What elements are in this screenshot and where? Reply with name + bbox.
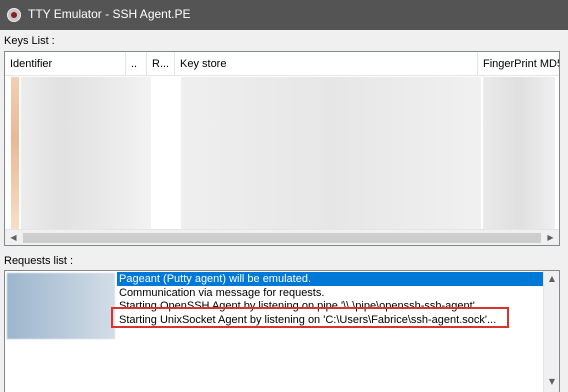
keys-list-label: Keys List :: [4, 35, 55, 47]
identifier-cells-blurred: [21, 77, 151, 229]
keys-list-header: Identifier .. R... Key store FingerPrint…: [5, 52, 559, 76]
requests-list-vertical-scrollbar[interactable]: ▲ ▼: [543, 271, 559, 392]
title-bar[interactable]: TTY Emulator - SSH Agent.PE: [0, 0, 568, 30]
requests-list-label: Requests list :: [4, 255, 74, 267]
column-header-dots[interactable]: ..: [126, 52, 147, 76]
keys-list-rows-blurred[interactable]: [5, 77, 559, 229]
request-row[interactable]: Communication via message for requests.: [117, 286, 324, 300]
app-icon[interactable]: [7, 8, 21, 22]
scroll-left-icon[interactable]: ◀: [5, 230, 22, 245]
key-store-cells-blurred: [181, 77, 481, 229]
keys-list[interactable]: Identifier .. R... Key store FingerPrint…: [4, 51, 560, 246]
window-title: TTY Emulator - SSH Agent.PE: [28, 7, 191, 21]
requests-list[interactable]: Pageant (Putty agent) will be emulated. …: [4, 270, 560, 392]
scroll-down-icon[interactable]: ▼: [544, 374, 559, 390]
scroll-up-icon[interactable]: ▲: [544, 271, 559, 287]
column-header-r[interactable]: R...: [147, 52, 175, 76]
annotation-highlight-box: [111, 307, 509, 328]
key-icon-strip-blurred: [11, 77, 19, 229]
column-header-key-store[interactable]: Key store: [175, 52, 478, 76]
scrollbar-thumb[interactable]: [23, 233, 541, 243]
column-header-fingerprint-md5[interactable]: FingerPrint MD5: [478, 52, 559, 76]
column-header-identifier[interactable]: Identifier: [5, 52, 126, 76]
fingerprint-cells-blurred: [483, 77, 555, 229]
request-row-selected[interactable]: Pageant (Putty agent) will be emulated.: [117, 272, 544, 286]
request-source-blurred: [7, 273, 115, 339]
scroll-right-icon[interactable]: ▶: [542, 230, 559, 245]
keys-list-horizontal-scrollbar[interactable]: ◀ ▶: [5, 229, 559, 245]
